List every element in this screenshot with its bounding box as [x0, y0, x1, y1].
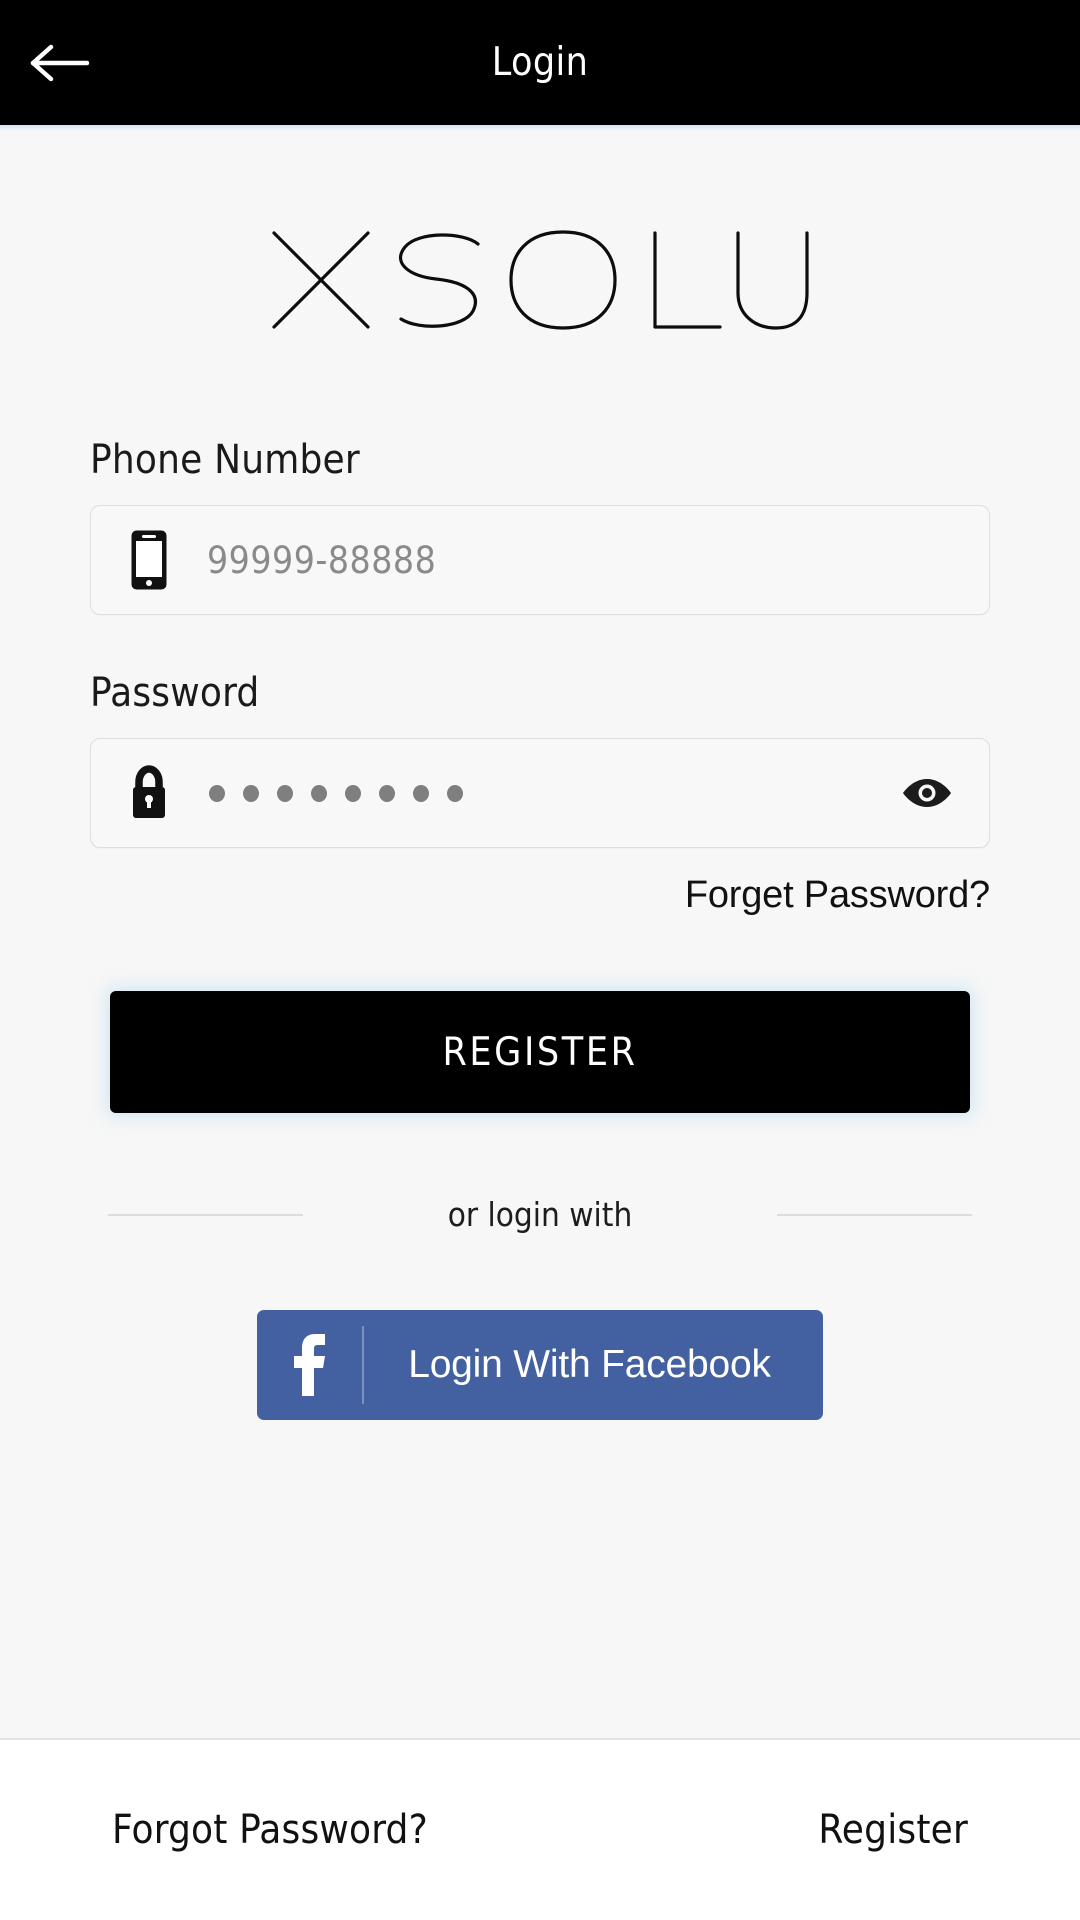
phone-number-label: Phone Number: [90, 437, 360, 483]
password-dot: [447, 784, 463, 802]
password-dot: [379, 784, 395, 802]
app-header: Login: [0, 0, 1080, 125]
password-mask-dots[interactable]: [181, 784, 891, 802]
password-dot: [345, 784, 361, 802]
xsolu-wordmark-icon: [271, 230, 809, 330]
password-label: Password: [90, 670, 260, 716]
forget-password-link[interactable]: Forget Password?: [685, 874, 990, 917]
facebook-login-label: Login With Facebook: [408, 1343, 771, 1386]
bottom-register-link[interactable]: Register: [818, 1807, 968, 1853]
divider-label: or login with: [447, 1195, 633, 1234]
facebook-login-button[interactable]: Login With Facebook: [257, 1310, 823, 1420]
brand-logo: [90, 217, 990, 347]
eye-icon: [899, 775, 955, 811]
forget-password-row: Forget Password?: [90, 874, 990, 917]
password-visibility-toggle[interactable]: [891, 757, 963, 829]
lock-icon: [117, 765, 181, 821]
social-divider: or login with: [90, 1195, 990, 1234]
phone-number-placeholder[interactable]: 99999-88888: [181, 539, 963, 582]
page-title: Login: [491, 40, 589, 85]
password-dot: [277, 784, 293, 802]
header-glow: [0, 125, 1080, 131]
mobile-phone-icon: [117, 529, 181, 591]
bottom-forgot-password-link[interactable]: Forgot Password?: [112, 1807, 428, 1853]
login-screen: Login Phone Number 99999-88888 Password …: [0, 0, 1080, 1920]
arrow-left-icon: [29, 41, 91, 85]
facebook-f-icon: [257, 1332, 362, 1398]
back-button[interactable]: [0, 0, 120, 125]
register-button[interactable]: REGISTER: [110, 991, 970, 1113]
divider-line-right: [777, 1213, 972, 1216]
social-login-row: Login With Facebook: [90, 1310, 990, 1420]
password-dot: [311, 784, 327, 802]
password-dot: [413, 784, 429, 802]
bottom-bar: Forgot Password? Register: [0, 1738, 1080, 1920]
divider-line-left: [108, 1213, 303, 1216]
phone-number-input[interactable]: 99999-88888: [90, 505, 990, 615]
login-content: Phone Number 99999-88888 Password Forget…: [0, 125, 1080, 1738]
password-input[interactable]: [90, 738, 990, 848]
password-dot: [209, 784, 225, 802]
password-dot: [243, 784, 259, 802]
